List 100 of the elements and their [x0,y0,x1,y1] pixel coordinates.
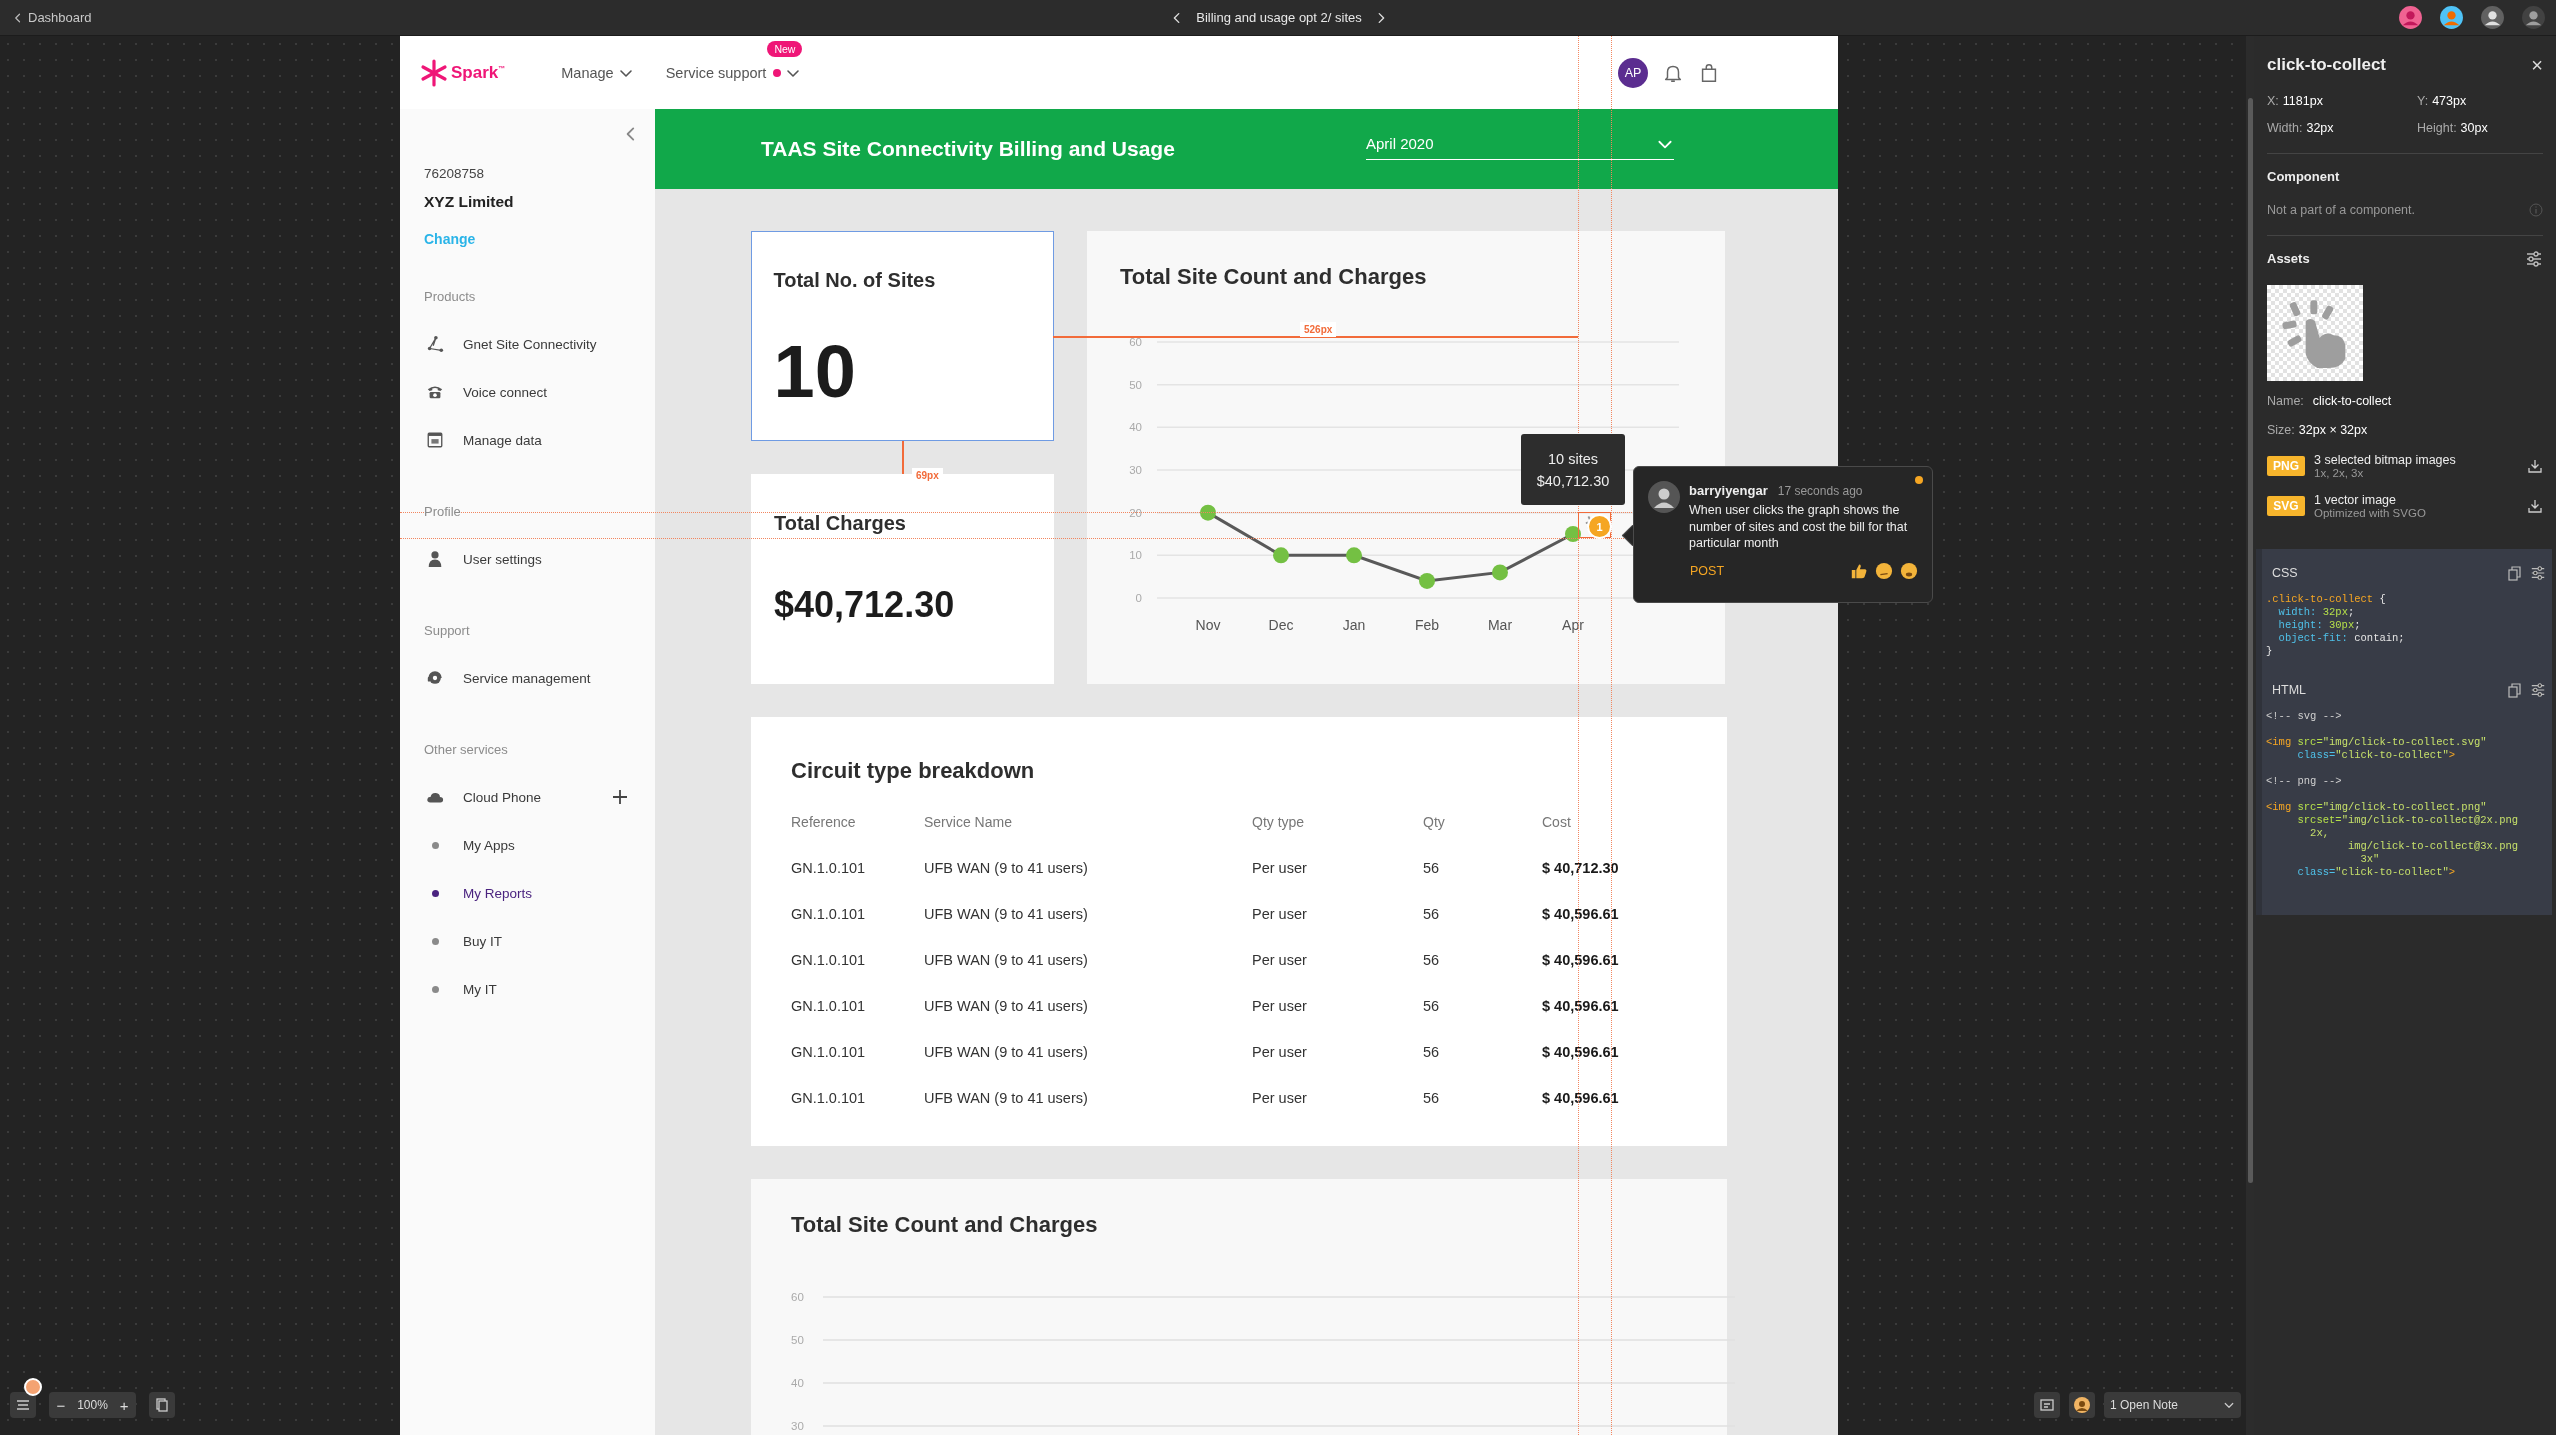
avatar-icon [2073,1396,2091,1414]
card-title: Total Charges [774,511,907,535]
table-cell-text: GN.1.0.101 [791,1089,867,1108]
note-icon [2039,1397,2055,1413]
property-label: Height: [2417,121,2457,135]
zoom-in-button[interactable]: + [116,1396,132,1414]
logo-text: Spark$^{™}$ [451,62,506,83]
section-heading: Component [2267,168,2340,186]
sidebar-item[interactable]: Voice connect [424,368,629,416]
id-card-icon [426,431,444,449]
add-note-button[interactable] [2034,1392,2060,1418]
download-button[interactable] [2527,498,2543,514]
table-cell-text: $ 40,596.61 [1542,1089,1620,1108]
component-note: Not a part of a component. [2267,203,2415,217]
property-value: 473px [2432,94,2467,108]
download-icon [2527,498,2543,514]
property-label: Y: [2417,94,2429,108]
avatar-icon[interactable] [2480,5,2505,30]
code-line: srcset="img/click-to-collect@2x.png [2296,814,2520,827]
property-value: 1181px [2282,94,2323,108]
add-button[interactable] [611,788,629,806]
page-title: TAAS Site Connectivity Billing and Usage [761,137,1176,161]
zoom-level: 100% [77,1398,108,1412]
sidebar-item[interactable]: My Apps [424,821,629,869]
measure-line [902,441,904,474]
copy-button[interactable] [2506,682,2522,698]
sidebar-item[interactable]: My IT [424,965,629,1013]
format-badge: SVG [2267,496,2305,516]
post-button[interactable]: POST [1690,563,1725,578]
measure-label: 69px [912,468,943,483]
emoji-icon[interactable] [1875,561,1893,580]
sidebar-item[interactable]: User settings [424,535,629,583]
property-value: 32px [2306,121,2334,135]
user-avatar[interactable]: AP [1618,57,1648,88]
sidebar-item[interactable]: Service management [424,654,629,702]
summary-value: $40,712.30 [774,583,955,627]
notification-dot [24,1378,42,1396]
avatar-button[interactable] [2069,1392,2095,1418]
summary-value: 10 [773,331,856,412]
layers-icon [15,1397,31,1413]
table-cell-text: GN.1.0.101 [791,997,867,1016]
settings-icon [2530,565,2546,581]
table-cell-text: Per user [1252,905,1308,924]
emoji-icon[interactable] [1900,561,1918,580]
sidebar-item[interactable]: Buy IT [424,917,629,965]
settings-icon [2525,250,2543,268]
axis-tick-label: 40 [791,1377,804,1389]
zoom-out-button[interactable]: − [53,1396,69,1414]
data-point[interactable] [1273,547,1289,564]
data-point[interactable] [1565,526,1581,542]
card-title: Total No. of Sites [773,267,937,292]
avatar-icon[interactable] [2521,5,2546,30]
sidebar-item[interactable]: My Reports [424,869,629,917]
code-line: object-fit: contain; [2277,632,2406,645]
comment-text: When user clicks the graph shows the number of sites and cost the bill for that particular month [1689,502,1909,552]
settings-button[interactable] [2530,682,2546,698]
sidebar-item[interactable]: Manage data [424,416,629,464]
back-link[interactable]: Dashboard [12,10,92,25]
code-line: 2x, [2309,827,2330,840]
tooltip-text: 10 sites [1548,450,1598,467]
pages-button[interactable] [149,1392,175,1418]
scrollbar-thumb[interactable] [2247,98,2253,1183]
company-name: XYZ Limited [424,192,515,212]
code-heading: CSS [2272,566,2298,580]
column-header: Cost [1542,813,1572,832]
property-label: X: [2267,94,2279,108]
layers-button[interactable] [10,1392,36,1418]
close-button[interactable]: × [2531,53,2543,77]
code-line: } [2266,645,2274,658]
settings-button[interactable] [2525,250,2543,268]
code-line: class="click-to-collect"> [2296,749,2457,762]
table-cell-text: Per user [1252,1089,1308,1108]
table-cell-text: UFB WAN (9 to 41 users) [924,1043,1089,1062]
property-label: Size: [2267,423,2295,437]
format-badge: PNG [2267,456,2305,476]
chart-title: Total Site Count and Charges [791,1212,1099,1238]
table-cell-text: $ 40,712.30 [1542,859,1620,878]
data-point[interactable] [1492,564,1508,581]
notes-dropdown[interactable]: 1 Open Note [2104,1392,2241,1418]
pages-icon [154,1397,170,1413]
property-value: 30px [2460,121,2488,135]
settings-button[interactable] [2530,565,2546,581]
axis-tick-label: 40 [1129,421,1142,434]
axis-tick-label: 0 [1135,592,1142,604]
table-cell-text: 56 [1423,905,1441,924]
code-line: 3x" [2359,853,2381,866]
avatar-icon[interactable] [2398,5,2423,30]
sidebar-item[interactable]: Gnet Site Connectivity [424,320,629,368]
axis-label: Nov [1195,617,1221,633]
nav-menu[interactable]: Manage [561,64,634,81]
property-label: Name: [2267,394,2304,408]
tooltip-text: $40,712.30 [1536,472,1610,489]
export-subtitle: 1x, 2x, 3x [2314,467,2365,479]
copy-button[interactable] [2506,565,2522,581]
layer-name: click-to-collect [2267,55,2387,75]
download-button[interactable] [2527,458,2543,474]
table-cell-text: UFB WAN (9 to 41 users) [924,1089,1089,1108]
property-value: 32px × 32px [2298,423,2368,437]
sidebar-item[interactable]: Cloud Phone [424,773,629,821]
avatar-icon[interactable] [2439,5,2464,30]
